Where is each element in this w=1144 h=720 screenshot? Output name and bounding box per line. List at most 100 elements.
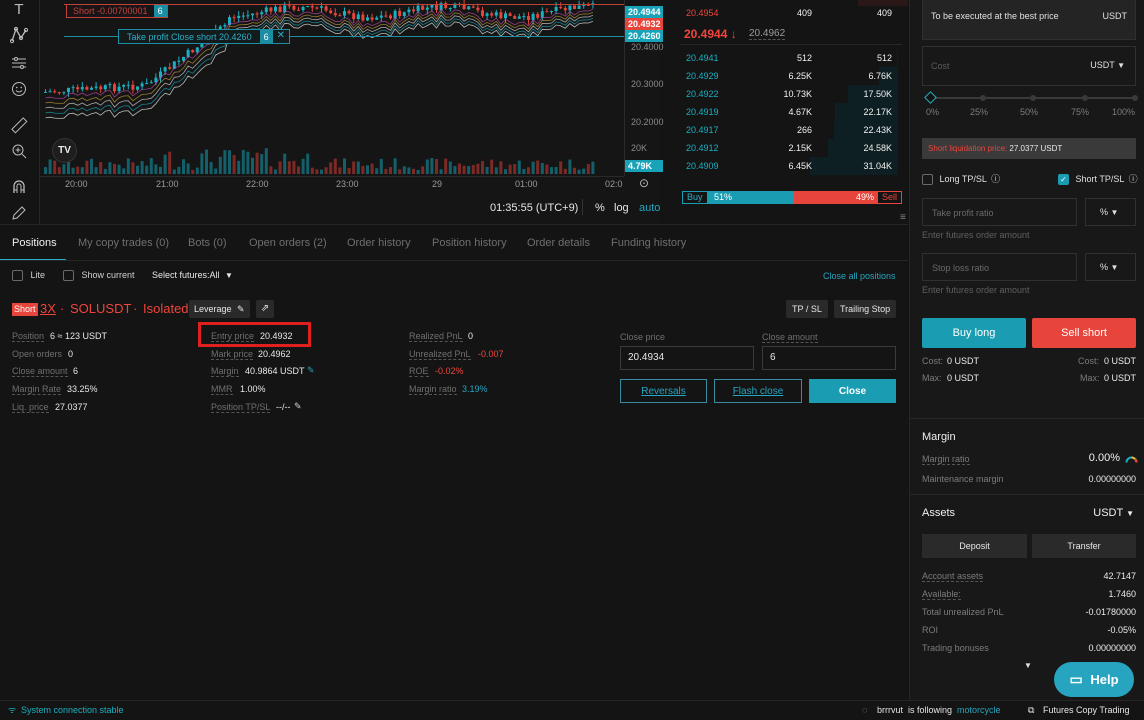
max-right-label: Max: [1080,373,1100,383]
edit-margin-icon[interactable]: ✎ [307,365,315,376]
bid-row[interactable]: 20.4909 6.45K 31.04K [682,157,902,175]
entry-price-label: Entry price [211,331,255,342]
candle-body [76,87,80,90]
emoji-tool-icon[interactable] [8,78,30,100]
tab-positions[interactable]: Positions [12,237,57,249]
bid-row[interactable]: 20.4922 10.73K 17.50K [682,85,902,103]
expand-caret-icon[interactable]: ▼ [1024,661,1032,670]
zoom-in-icon[interactable] [8,140,30,162]
close-amount-field-label: Close amount [762,332,818,343]
transfer-button[interactable]: Transfer [1032,534,1136,558]
resize-handle-icon[interactable]: ≡ [900,212,906,223]
share-icon[interactable]: ⇗ [256,300,274,318]
price-axis[interactable]: 20.4944 20.4932 20.4260 20.4000 20.3000 … [624,0,664,176]
candle-body [352,13,356,20]
tab-copy-trades[interactable]: My copy trades (0) [78,237,169,249]
leverage-value[interactable]: 3X [40,301,56,316]
close-amount-input[interactable]: 6 [762,346,896,370]
bid-total: 17.50K [863,89,892,99]
reversals-button[interactable]: Reversals [620,379,707,403]
text-tool-icon[interactable]: T [8,0,30,20]
volume-bar [545,164,549,174]
tp-sl-button[interactable]: TP / SL [786,300,828,318]
cost-input[interactable]: Cost USDT ▼ [922,46,1136,86]
tab-order-history[interactable]: Order history [347,237,411,249]
tradingview-logo-icon[interactable]: TV [52,138,77,163]
settings-icon[interactable]: ⊙ [639,176,654,191]
bid-row[interactable]: 20.4929 6.25K 6.76K [682,67,902,85]
price-chart[interactable]: Short -0.00700001 6 Take profit Close sh… [40,0,660,224]
tab-position-history[interactable]: Position history [432,237,507,249]
trailing-stop-button[interactable]: Trailing Stop [834,300,897,318]
show-current-toggle[interactable]: Show current [63,270,135,282]
slider-tick: 50% [1020,107,1039,117]
checkbox-icon[interactable] [922,174,933,186]
stop-loss-ratio-input[interactable]: Stop loss ratio [922,253,1077,281]
ruler-icon[interactable] [8,114,30,136]
tab-open-orders[interactable]: Open orders (2) [249,237,327,249]
flash-close-button[interactable]: Flash close [714,379,802,403]
select-futures-dropdown[interactable]: Select futures:All ▼ [152,270,233,280]
volume-bar [448,161,452,174]
buy-long-button[interactable]: Buy long [922,318,1026,348]
log-toggle[interactable]: log [614,202,629,214]
volume-bar [347,168,351,174]
sell-short-button[interactable]: Sell short [1032,318,1136,348]
edit-tpsl-icon[interactable]: ✎ [294,401,302,412]
close-button[interactable]: Close [809,379,896,403]
close-icon[interactable]: ✕ [273,30,289,43]
close-all-positions-link[interactable]: Close all positions [823,271,896,281]
pencil-lock-icon[interactable] [8,202,30,224]
ask-row[interactable]: 20.4954 409 409 [682,4,902,22]
deposit-button[interactable]: Deposit [922,534,1027,558]
volume-bar [430,158,434,174]
magnet-icon[interactable] [8,176,30,198]
bid-row[interactable]: 20.4919 4.67K 22.17K [682,103,902,121]
tp-unit-dropdown[interactable]: % ▼ [1085,198,1136,226]
percent-toggle[interactable]: % [595,202,605,214]
help-button[interactable]: ▭ Help [1054,662,1134,697]
volume-bar [209,162,213,174]
bid-row[interactable]: 20.4912 2.15K 24.58K [682,139,902,157]
bid-row[interactable]: 20.4941 512 512 [682,49,902,67]
divider [910,494,1144,495]
checked-checkbox-icon[interactable]: ✓ [1058,174,1069,186]
leverage-button[interactable]: Leverage ✎ [189,300,250,318]
tab-order-details[interactable]: Order details [527,237,590,249]
short-tpsl-toggle[interactable]: ✓ Short TP/SL ⓘ [1058,172,1138,186]
checkbox-icon[interactable] [63,270,74,282]
following-text: is following [908,705,953,715]
auto-toggle[interactable]: auto [639,202,660,214]
tab-bots[interactable]: Bots (0) [188,237,227,249]
volume-bar [108,162,112,174]
volume-bar [444,158,448,174]
futures-copy-trading-link[interactable]: Futures Copy Trading [1043,701,1130,720]
candle-body [278,6,282,13]
last-price: 20.4944 ↓ [684,27,737,41]
lite-toggle[interactable]: Lite [12,270,45,282]
slider-handle[interactable] [924,91,937,104]
bid-qty: 4.67K [788,107,812,117]
candle-body [333,13,337,16]
cost-unit-dropdown[interactable]: USDT ▼ [1090,60,1125,70]
bid-row[interactable]: 20.4917 266 22.43K [682,121,902,139]
assets-unit-dropdown[interactable]: USDT ▼ [1093,507,1134,519]
take-profit-ratio-input[interactable]: Take profit ratio [922,198,1077,226]
take-profit-label[interactable]: Take profit Close short 20.4260 6 ✕ [118,29,290,44]
slider-tick: 100% [1112,107,1136,117]
sl-unit-dropdown[interactable]: % ▼ [1085,253,1136,281]
checkbox-icon[interactable] [12,270,23,282]
volume-bar [435,159,438,174]
short-position-label[interactable]: Short -0.00700001 6 [66,4,168,18]
pattern-tool-icon[interactable] [8,24,30,46]
close-price-input[interactable]: 20.4934 [620,346,754,370]
followed-trader-link[interactable]: motorcycle [957,701,1001,720]
bid-total: 31.04K [863,161,892,171]
tab-funding-history[interactable]: Funding history [611,237,686,249]
separator: · [60,301,65,316]
execution-type-box[interactable]: To be executed at the best price USDT [922,0,1136,40]
close-amount-value: 6 [73,366,79,376]
long-tpsl-toggle[interactable]: Long TP/SL ⓘ [922,172,1000,186]
candle-body [297,9,300,11]
forecast-tool-icon[interactable] [8,52,30,74]
